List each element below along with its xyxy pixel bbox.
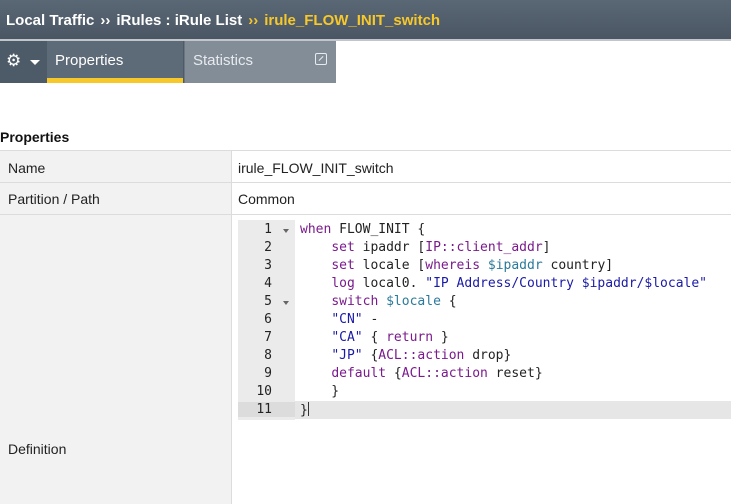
code-line: set ipaddr [IP::client_addr] bbox=[331, 240, 551, 255]
gear-menu-button[interactable]: ⚙ bbox=[0, 41, 46, 83]
code-line: default {ACL::action reset} bbox=[331, 366, 543, 381]
tab-properties-label: Properties bbox=[55, 52, 124, 69]
tab-properties[interactable]: Properties bbox=[47, 41, 183, 83]
code-line: when FLOW_INIT { bbox=[300, 222, 426, 237]
fold-toggle-icon[interactable] bbox=[283, 301, 289, 305]
breadcrumb-local-traffic[interactable]: Local Traffic bbox=[6, 12, 94, 29]
line-number: 9 bbox=[264, 366, 272, 381]
line-number: 6 bbox=[264, 312, 272, 327]
fold-toggle-icon[interactable] bbox=[283, 229, 289, 233]
section-title: Properties bbox=[0, 129, 70, 145]
code-editor[interactable]: 1 2 3 4 5 6 7 8 9 10 11 when FLOW_INIT {… bbox=[238, 220, 731, 420]
partition-label: Partition / Path bbox=[8, 191, 100, 207]
partition-label-cell: Partition / Path bbox=[0, 183, 232, 214]
gear-icon: ⚙ bbox=[6, 51, 22, 70]
tab-statistics[interactable]: Statistics bbox=[184, 41, 336, 83]
name-row: Name irule_FLOW_INIT_switch bbox=[0, 150, 731, 182]
line-number: 5 bbox=[264, 294, 272, 309]
line-number: 8 bbox=[264, 348, 272, 363]
breadcrumb-separator: ›› bbox=[248, 12, 259, 29]
popout-icon[interactable] bbox=[315, 53, 327, 65]
line-number-gutter: 1 2 3 4 5 6 7 8 9 10 11 bbox=[238, 220, 295, 420]
name-label: Name bbox=[8, 160, 46, 176]
line-number-active: 11 bbox=[238, 402, 295, 417]
tab-statistics-label: Statistics bbox=[193, 52, 254, 69]
line-number: 10 bbox=[256, 384, 272, 399]
tab-strip: ⚙ Properties Statistics bbox=[0, 41, 336, 83]
partition-row: Partition / Path Common bbox=[0, 182, 731, 214]
definition-label: Definition bbox=[8, 441, 67, 457]
partition-value: Common bbox=[238, 191, 295, 207]
name-value: irule_FLOW_INIT_switch bbox=[238, 160, 394, 176]
code-line: log local0. "IP Address/Country $ipaddr/… bbox=[331, 276, 708, 291]
breadcrumb-separator: ›› bbox=[100, 12, 111, 29]
code-line: "CA" { return } bbox=[331, 330, 449, 345]
text-cursor bbox=[307, 402, 309, 416]
code-line: } bbox=[300, 384, 340, 399]
chevron-down-icon bbox=[30, 60, 40, 65]
breadcrumb: Local Traffic ›› iRules : iRule List ›› irul… bbox=[6, 12, 440, 29]
breadcrumb-current: irule_FLOW_INIT_switch bbox=[264, 12, 441, 29]
active-line-highlight bbox=[238, 401, 731, 419]
line-number: 1 bbox=[264, 222, 272, 237]
tab-bar: ⚙ Properties Statistics bbox=[0, 41, 731, 83]
line-number: 7 bbox=[264, 330, 272, 345]
code-line: set locale [whereis $ipaddr country] bbox=[331, 258, 614, 273]
code-line: switch $locale { bbox=[331, 294, 457, 309]
line-number: 3 bbox=[264, 258, 272, 273]
code-line: "CN" - bbox=[331, 312, 379, 327]
code-line: "JP" {ACL::action drop} bbox=[331, 348, 512, 363]
header-bar: Local Traffic ›› iRules : iRule List ›› irul… bbox=[0, 0, 731, 41]
code-line: } bbox=[300, 402, 309, 418]
line-number: 4 bbox=[264, 276, 272, 291]
line-number: 2 bbox=[264, 240, 272, 255]
definition-label-cell: Definition bbox=[0, 215, 232, 504]
breadcrumb-irule-list[interactable]: iRules : iRule List bbox=[116, 12, 242, 29]
name-label-cell: Name bbox=[0, 151, 232, 182]
